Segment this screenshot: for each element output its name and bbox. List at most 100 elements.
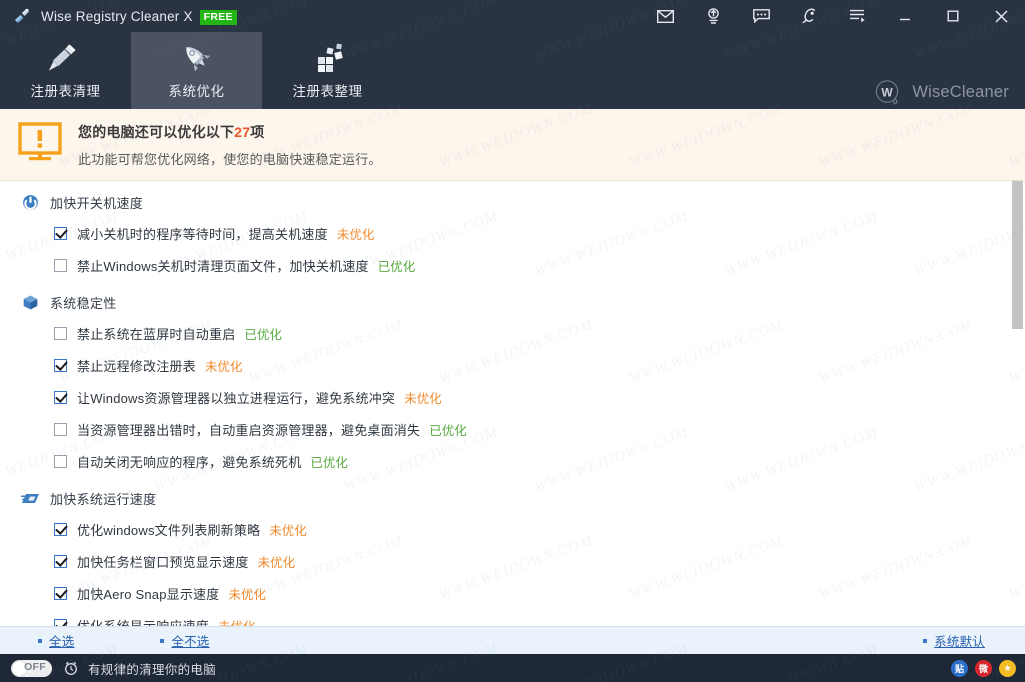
svg-text:W: W <box>882 85 894 99</box>
monitor-alert-icon <box>18 122 62 167</box>
mail-icon[interactable] <box>641 0 689 32</box>
tab-system-optimize-label: 系统优化 <box>168 84 225 99</box>
tieba-icon[interactable]: 贴 <box>951 659 968 677</box>
item-checkbox[interactable] <box>54 258 67 272</box>
optimization-item[interactable]: 让Windows资源管理器以独立进程运行，避免系统冲突 未优化 <box>0 381 1025 413</box>
banner-title-suffix: 项 <box>250 123 265 140</box>
system-default-label: 系统默认 <box>934 635 985 649</box>
item-label: 加快Aero Snap显示速度 <box>77 586 220 602</box>
item-label: 优化windows文件列表刷新策略 <box>77 522 261 538</box>
item-label: 加快任务栏窗口预览显示速度 <box>77 554 249 570</box>
item-status-badge: 已优化 <box>429 423 467 438</box>
optimization-group-title: 加快开关机速度 <box>50 195 144 211</box>
select-all-link[interactable]: 全选 <box>38 631 74 650</box>
optimization-item[interactable]: 减小关机时的程序等待时间，提高关机速度 未优化 <box>0 217 1025 249</box>
item-status-badge: 已优化 <box>377 259 416 274</box>
item-status-badge: 未优化 <box>204 359 243 374</box>
optimization-item[interactable]: 加快Aero Snap显示速度 未优化 <box>0 577 1025 609</box>
banner-subtitle: 此功能可帮您优化网络，使您的电脑快速稳定运行。 <box>78 151 382 167</box>
banner-title-prefix: 您的电脑还可以优化以下 <box>78 123 235 140</box>
item-label: 减小关机时的程序等待时间，提高关机速度 <box>77 226 328 242</box>
item-label: 禁止Windows关机时清理页面文件，加快关机速度 <box>77 258 369 274</box>
system-default-link[interactable]: 系统默认 <box>923 631 985 650</box>
feedback-icon[interactable] <box>737 0 785 32</box>
bullet-icon <box>923 638 928 643</box>
item-label: 优化系统显示响应速度 <box>77 618 210 627</box>
item-label: 让Windows资源管理器以独立进程运行，避免系统冲突 <box>77 390 396 406</box>
cube-icon <box>20 294 40 311</box>
window-title: Wise Registry Cleaner X FREE <box>41 9 237 25</box>
item-checkbox[interactable] <box>54 358 67 372</box>
item-checkbox[interactable] <box>54 422 67 436</box>
speed-icon <box>20 491 40 506</box>
status-bar-text: 有规律的清理你的电脑 <box>88 662 217 677</box>
item-checkbox[interactable] <box>54 454 67 468</box>
application-window: Wise Registry Cleaner X FREE 注册表清理 系统优化 … <box>0 0 1025 682</box>
wisecleaner-mark-icon: W <box>876 80 899 105</box>
item-checkbox[interactable] <box>54 618 67 626</box>
optimization-list: 加快开关机速度 减小关机时的程序等待时间，提高关机速度 未优化 禁止Windows关机… <box>0 181 1025 626</box>
optimization-item[interactable]: 禁止远程修改注册表 未优化 <box>0 349 1025 381</box>
optimization-group-title: 系统稳定性 <box>50 295 117 311</box>
item-status-badge: 已优化 <box>244 327 282 342</box>
brand-name: WiseCleaner <box>912 82 1009 101</box>
optimization-group-header: 系统稳定性 <box>0 287 1025 317</box>
schedule-toggle[interactable]: OFF <box>11 659 52 677</box>
maximize-icon[interactable] <box>929 0 977 32</box>
item-checkbox[interactable] <box>54 554 67 568</box>
optimization-item[interactable]: 优化系统显示响应速度未优化 <box>0 609 1025 626</box>
select-all-label: 全选 <box>49 635 75 649</box>
action-bar: 全选 全不选 系统默认 <box>0 626 1025 654</box>
tab-registry-cleaner[interactable]: 注册表清理 <box>0 32 131 109</box>
optimization-item[interactable]: 禁止Windows关机时清理页面文件，加快关机速度 已优化 <box>0 249 1025 281</box>
minimize-icon[interactable] <box>881 0 929 32</box>
item-checkbox[interactable] <box>54 226 67 240</box>
bullet-icon <box>38 638 42 643</box>
menu-icon[interactable] <box>833 0 881 32</box>
tab-system-optimize[interactable]: 系统优化 <box>131 32 262 109</box>
select-none-link[interactable]: 全不选 <box>160 631 209 650</box>
brand-logo: W WiseCleaner <box>873 79 1009 105</box>
item-label: 禁止远程修改注册表 <box>77 358 196 374</box>
optimizable-count: 27 <box>234 123 251 140</box>
item-status-badge: 未优化 <box>404 391 442 406</box>
free-badge: FREE <box>199 9 237 25</box>
bullet-icon <box>160 638 165 643</box>
app-logo-icon <box>12 6 32 26</box>
rocket-icon <box>176 41 218 75</box>
weibo-icon[interactable]: 微 <box>975 659 992 677</box>
optimization-item[interactable]: 当资源管理器出错时，自动重启资源管理器，避免桌面消失 已优化 <box>0 413 1025 445</box>
alarm-clock-icon[interactable] <box>63 660 79 676</box>
item-checkbox[interactable] <box>54 326 67 340</box>
upgrade-icon[interactable] <box>689 0 737 32</box>
favorite-icon[interactable]: ★ <box>999 659 1016 677</box>
optimization-item[interactable]: 自动关闭无响应的程序，避免系统死机 已优化 <box>0 445 1025 477</box>
optimization-group-header: 加快系统运行速度 <box>0 483 1025 513</box>
broom-icon <box>45 41 87 75</box>
optimization-item[interactable]: 优化windows文件列表刷新策略 未优化 <box>0 513 1025 545</box>
item-status-badge: 未优化 <box>257 555 296 570</box>
item-status-badge: 未优化 <box>228 587 266 602</box>
item-checkbox[interactable] <box>54 522 67 536</box>
tab-registry-defrag-label: 注册表整理 <box>292 84 363 99</box>
item-checkbox[interactable] <box>54 390 67 404</box>
blocks-icon <box>307 41 349 75</box>
scrollbar-thumb[interactable] <box>1012 181 1023 329</box>
item-status-badge: 未优化 <box>336 227 375 242</box>
power-icon <box>20 194 40 211</box>
social-links: 贴微 ★ <box>951 659 1016 677</box>
toggle-state-label: OFF <box>24 660 46 673</box>
title-bar-controls <box>641 0 1025 32</box>
item-label: 当资源管理器出错时，自动重启资源管理器，避免桌面消失 <box>77 422 421 438</box>
banner-title: 您的电脑还可以优化以下27项 <box>78 122 382 142</box>
optimization-group-header: 加快开关机速度 <box>0 187 1025 217</box>
close-icon[interactable] <box>977 0 1025 32</box>
optimization-item[interactable]: 加快任务栏窗口预览显示速度 未优化 <box>0 545 1025 577</box>
select-none-label: 全不选 <box>171 635 210 649</box>
optimization-group-title: 加快系统运行速度 <box>50 491 157 507</box>
optimization-item[interactable]: 禁止系统在蓝屏时自动重启 已优化 <box>0 317 1025 349</box>
tools-icon[interactable] <box>785 0 833 32</box>
item-label: 自动关闭无响应的程序，避免系统死机 <box>77 454 302 470</box>
item-checkbox[interactable] <box>54 586 67 600</box>
tab-registry-defrag[interactable]: 注册表整理 <box>262 32 393 109</box>
